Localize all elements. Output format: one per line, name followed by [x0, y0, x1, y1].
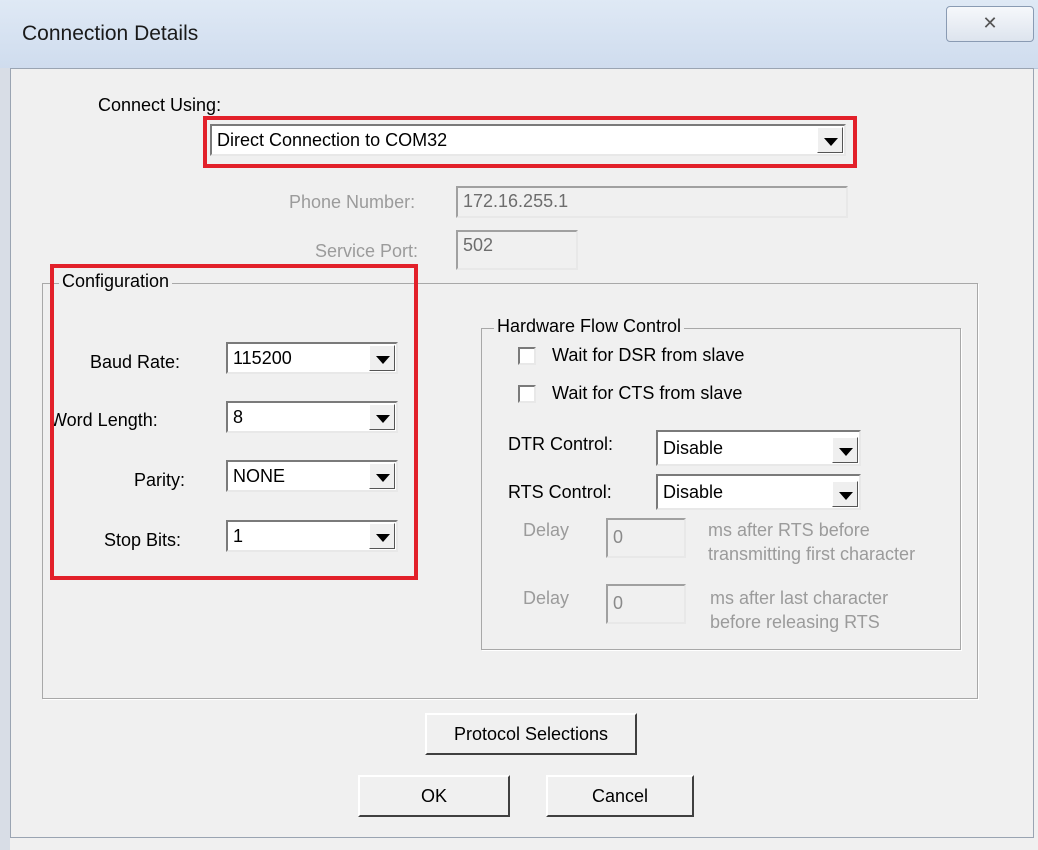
service-port-field[interactable]: 502 [456, 230, 578, 270]
chevron-down-icon[interactable] [832, 481, 858, 507]
baud-rate-label: Baud Rate: [90, 352, 181, 372]
cancel-label: Cancel [591, 786, 649, 806]
chevron-down-icon[interactable] [369, 345, 395, 371]
dtr-control-value: Disable [663, 438, 724, 458]
window-edge [0, 68, 10, 850]
connect-using-select[interactable]: Direct Connection to COM32 [210, 124, 846, 156]
service-port-value: 502 [463, 235, 494, 255]
chevron-down-icon[interactable] [832, 437, 858, 463]
delay1-label: Delay [523, 520, 570, 540]
chevron-down-icon[interactable] [369, 463, 395, 489]
delay1-field[interactable]: 0 [606, 518, 686, 558]
ok-label: OK [420, 786, 447, 806]
delay1-value: 0 [613, 527, 624, 547]
cancel-button[interactable]: Cancel [546, 775, 694, 817]
delay2-label: Delay [523, 588, 570, 608]
parity-value: NONE [233, 466, 286, 486]
phone-number-label: Phone Number: [289, 192, 416, 212]
stop-bits-select[interactable]: 1 [226, 520, 398, 552]
rts-control-select[interactable]: Disable [656, 474, 861, 510]
window-title: Connection Details [22, 22, 199, 45]
ok-button[interactable]: OK [358, 775, 510, 817]
rts-control-label: RTS Control: [508, 482, 612, 502]
configuration-title: Configuration [59, 271, 173, 292]
protocol-selections-button[interactable]: Protocol Selections [425, 713, 637, 755]
connect-using-value: Direct Connection to COM32 [217, 130, 448, 150]
title-bar: Connection Details ✕ [0, 0, 1038, 69]
parity-label: Parity: [134, 470, 186, 490]
dtr-control-select[interactable]: Disable [656, 430, 861, 466]
chevron-down-icon[interactable] [817, 127, 843, 153]
rts-control-value: Disable [663, 482, 724, 502]
dtr-control-label: DTR Control: [508, 434, 614, 454]
baud-rate-select[interactable]: 115200 [226, 342, 398, 374]
baud-rate-value: 115200 [233, 348, 292, 368]
word-length-value: 8 [233, 407, 244, 427]
dsr-label: Wait for DSR from slave [552, 345, 745, 365]
chevron-down-icon[interactable] [369, 404, 395, 430]
word-length-label: Word Length: [50, 410, 158, 430]
close-icon: ✕ [982, 13, 998, 33]
delay1-note-2: transmitting first character [708, 544, 916, 564]
delay2-field[interactable]: 0 [606, 584, 686, 624]
close-button[interactable]: ✕ [946, 6, 1034, 42]
connect-using-label: Connect Using: [98, 95, 222, 115]
stop-bits-value: 1 [233, 526, 244, 546]
delay2-note-2: before releasing RTS [710, 612, 880, 632]
delay1-note-1: ms after RTS before [708, 520, 870, 540]
phone-number-value: 172.16.255.1 [463, 191, 569, 211]
delay2-note-1: ms after last character [710, 588, 889, 608]
parity-select[interactable]: NONE [226, 460, 398, 492]
cts-checkbox[interactable] [518, 385, 536, 403]
phone-number-field[interactable]: 172.16.255.1 [456, 186, 848, 218]
service-port-label: Service Port: [315, 241, 419, 261]
chevron-down-icon[interactable] [369, 523, 395, 549]
stop-bits-label: Stop Bits: [104, 530, 182, 550]
cts-label: Wait for CTS from slave [552, 383, 743, 403]
dsr-checkbox[interactable] [518, 347, 536, 365]
protocol-selections-label: Protocol Selections [453, 724, 609, 744]
delay2-value: 0 [613, 593, 624, 613]
flow-control-title: Hardware Flow Control [494, 316, 685, 337]
word-length-select[interactable]: 8 [226, 401, 398, 433]
